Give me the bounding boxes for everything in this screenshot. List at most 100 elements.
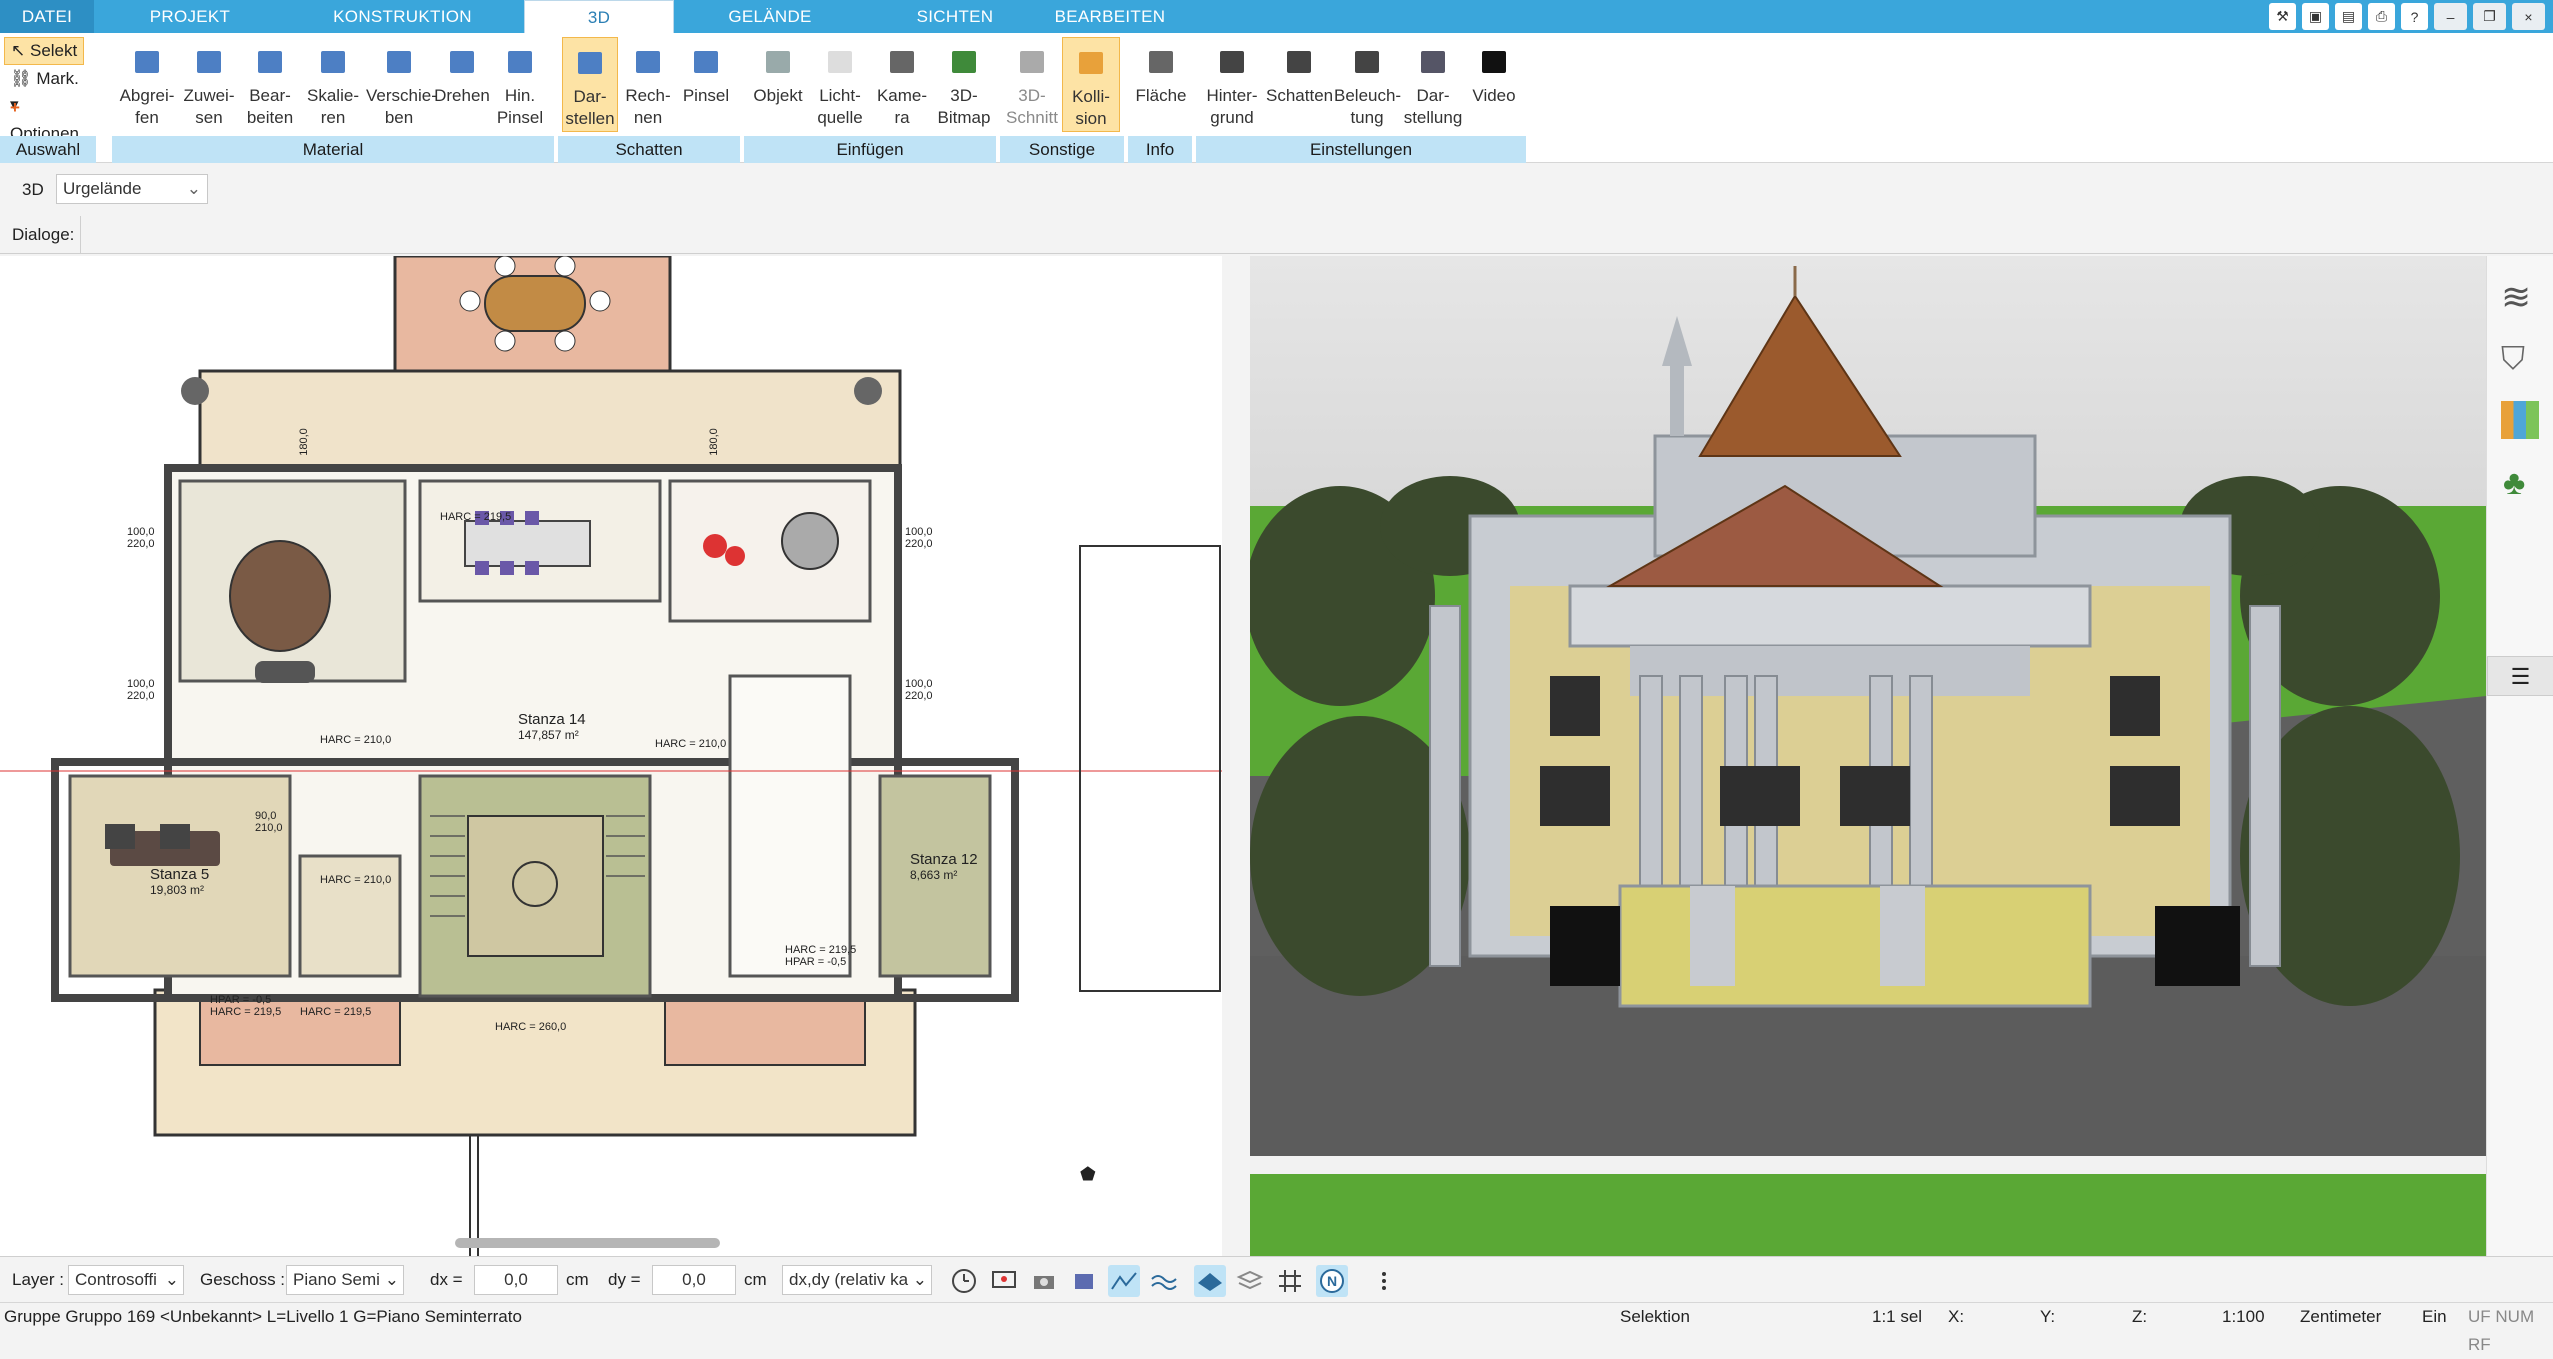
selekt-button[interactable]: ↖ Selekt (4, 37, 85, 65)
restore-button[interactable]: ❐ (2473, 3, 2506, 30)
dim-label: HPAR = -0,5 (210, 994, 272, 1006)
help-icon[interactable]: ? (2401, 3, 2428, 30)
shadow-brush-icon (686, 41, 726, 81)
layers-icon[interactable]: ≋ (2501, 276, 2531, 318)
print-icon[interactable]: ⎙ (2368, 3, 2395, 30)
layers-stack-icon[interactable] (1234, 1265, 1266, 1297)
brush-icon (500, 41, 540, 81)
tree-icon[interactable]: ♣ (2503, 464, 2525, 503)
dim-label: HARC = 260,0 (495, 1021, 567, 1033)
einstellungen-button-3[interactable]: Dar-stellung (1402, 37, 1464, 132)
chair-icon (758, 41, 798, 81)
bottom-toolbar: Layer : Controsoffi ⌄ Geschoss : Piano S… (0, 1256, 2553, 1302)
dim-label: 100,0 (905, 678, 933, 690)
group-info: Fläche Info (1128, 33, 1192, 163)
einfuegen-button-0[interactable]: Objekt (748, 37, 808, 132)
einfuegen-button-2[interactable]: Kame-ra (872, 37, 932, 132)
tab-gelaende[interactable]: GELÄNDE (700, 0, 840, 33)
material-button-6[interactable]: Hin. Pinsel (492, 37, 548, 132)
shadow-cube-icon (570, 42, 610, 82)
house-light-icon (1347, 41, 1387, 81)
view-mode-label: 3D (22, 180, 44, 199)
floor-plan-view[interactable]: Stanza 14 147,857 m² Stanza 5 19,803 m² … (0, 256, 1222, 1256)
info-button-0[interactable]: Fläche (1132, 37, 1190, 132)
group-material: Abgrei-fen Zuwei-sen Bear-beiten Skalie-ren… (112, 33, 554, 163)
group-auswahl: ↖ Selekt ⛓ Mark. ▾ + Optionen Auswahl (0, 33, 96, 163)
coordinate-mode-select[interactable]: dx,dy (relativ ka ⌄ (782, 1265, 932, 1295)
dim-label: 220,0 (127, 690, 155, 702)
einstellungen-button-2[interactable]: Beleuch-tung (1334, 37, 1401, 132)
tab-bearbeiten[interactable]: BEARBEITEN (1040, 0, 1180, 33)
terrain-select[interactable]: Urgelände ⌄ (56, 174, 208, 204)
menu-icon[interactable]: ☰ (2487, 656, 2553, 696)
dim-label: HARC = 219,5 (785, 944, 857, 956)
sonstige-button-0[interactable]: 3D- Schnitt (1004, 37, 1060, 132)
schatten-button-0[interactable]: Dar-stellen (562, 37, 618, 132)
materials-icon[interactable] (2501, 401, 2539, 439)
geschoss-select[interactable]: Piano Semi ⌄ (286, 1265, 404, 1295)
tab-datei[interactable]: DATEI (0, 0, 94, 33)
einfuegen-button-3[interactable]: 3D- Bitmap (934, 37, 994, 132)
north-icon[interactable]: N (1316, 1265, 1348, 1297)
dim-label: 220,0 (127, 538, 155, 550)
terrain-icon[interactable] (1108, 1265, 1140, 1297)
layer-select[interactable]: Controsoffi ⌄ (68, 1265, 184, 1295)
close-button[interactable]: × (2512, 3, 2545, 30)
dim-label: 180,0 (297, 428, 310, 456)
tab-projekt[interactable]: PROJEKT (120, 0, 260, 33)
dy-unit: cm (744, 1270, 767, 1289)
einstellungen-button-4[interactable]: Video (1466, 37, 1522, 132)
more-icon[interactable] (1368, 1265, 1400, 1297)
move-icon (379, 41, 419, 81)
save-icon[interactable]: ▣ (2302, 3, 2329, 30)
tab-sichten[interactable]: SICHTEN (890, 0, 1020, 33)
plus-icon: + (10, 98, 20, 117)
floor-plan-canvas[interactable] (0, 256, 1222, 1256)
dim-label: HARC = 219,5 (210, 1006, 282, 1018)
group-footer-einstellungen: Einstellungen (1196, 136, 1526, 163)
minimize-button[interactable]: – (2434, 3, 2467, 30)
tools-icon[interactable]: ⚒ (2269, 3, 2296, 30)
dim-label: 90,0 (255, 810, 277, 822)
camera-icon[interactable] (1028, 1265, 1060, 1297)
material-button-0[interactable]: Abgrei-fen (116, 37, 178, 132)
schatten-button-2[interactable]: Pinsel (678, 37, 734, 132)
einstellungen-button-1[interactable]: Schatten (1266, 37, 1333, 132)
status-sel: 1:1 sel (1872, 1307, 1923, 1326)
einstellungen-button-0[interactable]: Hinter-grund (1200, 37, 1264, 132)
status-x: X: (1948, 1307, 1965, 1326)
dy-input[interactable]: 0,0 (652, 1265, 736, 1295)
3d-view[interactable] (1250, 256, 2486, 1256)
layer-label: Layer : (12, 1270, 64, 1289)
tab-3d[interactable]: 3D (524, 0, 674, 33)
plane-icon[interactable] (1194, 1265, 1226, 1297)
chair-icon[interactable]: ⛉ (2501, 340, 2525, 378)
sonstige-button-1[interactable]: Kolli-sion (1062, 37, 1120, 132)
dim-label: HARC = 210,0 (320, 734, 392, 746)
status-bar: Gruppe Gruppo 169 <Unbekannt> L=Livello … (0, 1302, 2553, 1354)
schatten-button-1[interactable]: Rech-nen (620, 37, 676, 132)
view-toolbar: 3D Urgelände ⌄ (0, 170, 2553, 210)
einfuegen-button-1[interactable]: Licht-quelle (810, 37, 870, 132)
window-icon[interactable]: ▤ (2335, 3, 2362, 30)
material-button-2[interactable]: Bear-beiten (240, 37, 300, 132)
room-label-stanza-12: Stanza 12 8,663 m² (910, 851, 978, 882)
material-button-1[interactable]: Zuwei-sen (180, 37, 238, 132)
area-icon (1141, 41, 1181, 81)
ribbon-tab-bar: DATEI PROJEKT KONSTRUKTION 3D GELÄNDE SI… (0, 0, 2553, 33)
material-button-3[interactable]: Skalie-ren (302, 37, 364, 132)
material-button-4[interactable]: Verschie-ben (366, 37, 437, 132)
monitor-icon[interactable] (988, 1265, 1020, 1297)
group-footer-einfuegen: Einfügen (744, 136, 996, 163)
group-schatten: Dar-stellen Rech-nen Pinsel Schatten (558, 33, 740, 163)
tab-konstruktion[interactable]: KONSTRUKTION (320, 0, 485, 33)
grid-icon[interactable] (1274, 1265, 1306, 1297)
object-icon[interactable] (1068, 1265, 1100, 1297)
dx-input[interactable]: 0,0 (474, 1265, 558, 1295)
room-label-stanza-5: Stanza 5 19,803 m² (150, 866, 210, 897)
material-button-5[interactable]: Drehen (434, 37, 490, 132)
status-selection-info: Gruppe Gruppo 169 <Unbekannt> L=Livello … (4, 1307, 522, 1326)
waves-icon[interactable] (1148, 1265, 1180, 1297)
3d-render-canvas[interactable] (1250, 256, 2486, 1256)
clock-icon[interactable] (948, 1265, 980, 1297)
